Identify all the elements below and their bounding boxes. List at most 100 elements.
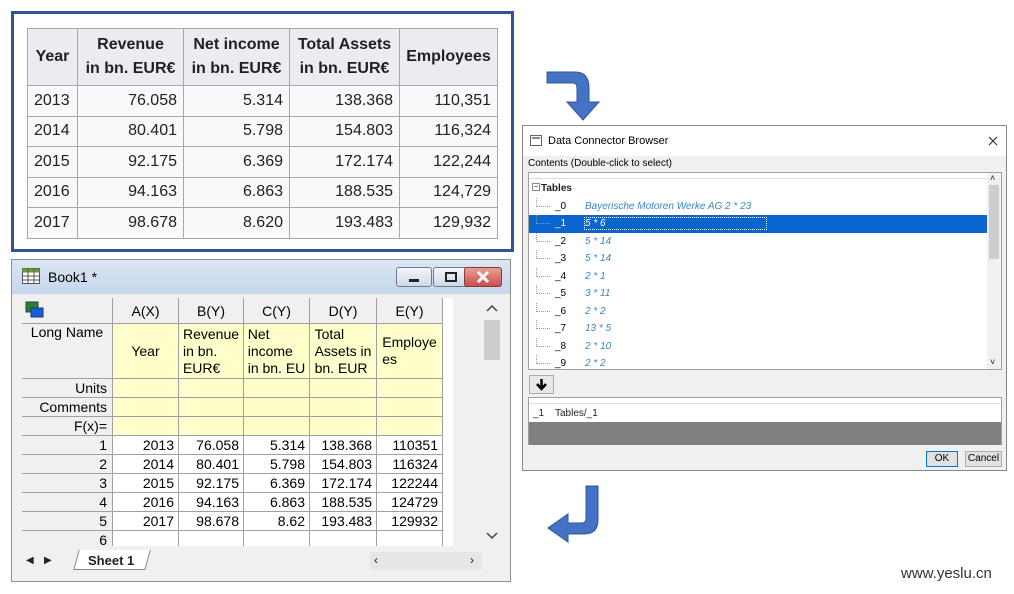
data-cell[interactable]: 6.863	[244, 493, 310, 512]
data-cell[interactable]: 80.401	[179, 455, 244, 474]
data-cell[interactable]: 92.175	[179, 474, 244, 493]
data-cell[interactable]: 138.368	[310, 436, 377, 455]
meta-cell[interactable]	[244, 398, 310, 417]
data-cell[interactable]	[179, 531, 244, 546]
column-header[interactable]: B(Y)	[179, 298, 244, 324]
long-name-cell[interactable]: Revenue in bn. EUR€	[179, 324, 244, 379]
data-cell[interactable]: 188.535	[310, 493, 377, 512]
data-cell[interactable]: 6.369	[244, 474, 310, 493]
tree-guide	[536, 285, 550, 294]
tree-item[interactable]: _4 2 * 1	[529, 267, 987, 286]
sheet-nav-left-icon[interactable]: ◀	[26, 555, 34, 566]
row-number[interactable]: 2	[22, 455, 113, 474]
long-name-cell[interactable]: Net income in bn. EU	[244, 324, 310, 379]
dialog-titlebar[interactable]: Data Connector Browser	[523, 126, 1006, 156]
ok-button[interactable]: OK	[926, 451, 958, 467]
data-cell[interactable]: 116324	[377, 455, 443, 474]
tree-item[interactable]: _1 5 * 6	[529, 215, 987, 233]
column-header[interactable]: E(Y)	[377, 298, 443, 324]
meta-cell[interactable]	[310, 398, 377, 417]
long-name-cell[interactable]: Total Assets in bn. EUR	[310, 324, 377, 379]
tree-item[interactable]: _5 3 * 11	[529, 285, 987, 303]
cancel-button[interactable]: Cancel	[965, 451, 1002, 467]
meta-cell[interactable]	[377, 417, 443, 436]
data-cell[interactable]: 94.163	[179, 493, 244, 512]
data-cell[interactable]: 2014	[113, 455, 179, 474]
worksheet-grid[interactable]: A(X) B(Y) C(Y) D(Y) E(Y) Long Name Year Revenue…	[22, 298, 453, 546]
row-label-long-name[interactable]: Long Name	[22, 324, 113, 379]
column-header[interactable]: C(Y)	[244, 298, 310, 324]
data-cell[interactable]: 129932	[377, 512, 443, 531]
data-cell[interactable]: 193.483	[310, 512, 377, 531]
column-header[interactable]: D(Y)	[310, 298, 377, 324]
row-number[interactable]: 5	[22, 512, 113, 531]
tree-item[interactable]: _0 Bayerische Motoren Werke AG 2 * 23	[529, 197, 987, 216]
data-cell[interactable]: 154.803	[310, 455, 377, 474]
row-label[interactable]: F(x)=	[22, 417, 113, 436]
meta-cell[interactable]	[310, 379, 377, 398]
data-cell[interactable]	[377, 531, 443, 546]
tree-root-tables[interactable]: − Tables	[529, 180, 987, 198]
row-label[interactable]: Units	[22, 379, 113, 398]
meta-cell[interactable]	[179, 417, 244, 436]
meta-cell[interactable]	[113, 398, 179, 417]
scrollbar-thumb[interactable]	[484, 320, 500, 360]
meta-cell[interactable]	[244, 417, 310, 436]
row-number[interactable]: 1	[22, 436, 113, 455]
data-cell[interactable]: 110351	[377, 436, 443, 455]
meta-cell[interactable]	[113, 379, 179, 398]
meta-cell[interactable]	[377, 398, 443, 417]
data-cell[interactable]: 2017	[113, 512, 179, 531]
collapse-icon[interactable]: −	[532, 183, 540, 191]
tree-item[interactable]: _7 13 * 5	[529, 320, 987, 338]
row-number[interactable]: 3	[22, 474, 113, 493]
tree-item-name: _2	[555, 235, 567, 247]
data-cell[interactable]	[113, 531, 179, 546]
horizontal-scrollbar[interactable]: ‹ ›	[370, 552, 482, 570]
web-table-header-cell: Year	[27, 28, 78, 86]
tree-item[interactable]: _3 5 * 14	[529, 250, 987, 268]
tree-item[interactable]: _8 2 * 10	[529, 337, 987, 356]
tree-guide	[536, 355, 550, 364]
vertical-scrollbar[interactable]	[482, 298, 502, 546]
tree-scrollbar[interactable]: ˄ ˅	[987, 173, 1001, 369]
close-button[interactable]	[464, 267, 502, 287]
row-label[interactable]: Comments	[22, 398, 113, 417]
data-cell[interactable]: 5.314	[244, 436, 310, 455]
sheet-nav-right-icon[interactable]: ▶	[44, 555, 52, 566]
data-cell[interactable]: 122244	[377, 474, 443, 493]
data-cell[interactable]: 2016	[113, 493, 179, 512]
data-cell[interactable]	[310, 531, 377, 546]
data-cell[interactable]: 98.678	[179, 512, 244, 531]
meta-cell[interactable]	[310, 417, 377, 436]
tree-item[interactable]: _2 5 * 14	[529, 232, 987, 251]
tree-item[interactable]: _6 2 * 2	[529, 302, 987, 321]
meta-cell[interactable]	[179, 379, 244, 398]
minimize-button[interactable]	[396, 267, 432, 287]
data-cell[interactable]: 76.058	[179, 436, 244, 455]
long-name-cell[interactable]: Year	[113, 324, 179, 379]
table-tree[interactable]: − Tables _0 Bayerische Motoren Werke AG 2…	[528, 172, 1002, 370]
dialog-close-icon[interactable]	[988, 136, 998, 146]
grid-corner[interactable]	[22, 298, 113, 324]
row-number[interactable]: 4	[22, 493, 113, 512]
tree-item[interactable]: _9 2 * 2	[529, 355, 987, 369]
tree-item-name: _4	[555, 270, 567, 282]
data-cell[interactable]: 8.62	[244, 512, 310, 531]
row-number[interactable]: 6	[22, 531, 113, 546]
column-header[interactable]: A(X)	[113, 298, 179, 324]
meta-cell[interactable]	[377, 379, 443, 398]
long-name-cell[interactable]: Employe es	[377, 324, 443, 379]
meta-cell[interactable]	[244, 379, 310, 398]
data-cell[interactable]: 5.798	[244, 455, 310, 474]
workbook-titlebar[interactable]: Book1 *	[12, 260, 510, 294]
data-cell[interactable]: 124729	[377, 493, 443, 512]
data-cell[interactable]: 2013	[113, 436, 179, 455]
tree-scroll-thumb[interactable]	[989, 185, 999, 259]
data-cell[interactable]	[244, 531, 310, 546]
meta-cell[interactable]	[113, 417, 179, 436]
meta-cell[interactable]	[179, 398, 244, 417]
data-cell[interactable]: 172.174	[310, 474, 377, 493]
insert-down-button[interactable]	[529, 375, 554, 394]
data-cell[interactable]: 2015	[113, 474, 179, 493]
